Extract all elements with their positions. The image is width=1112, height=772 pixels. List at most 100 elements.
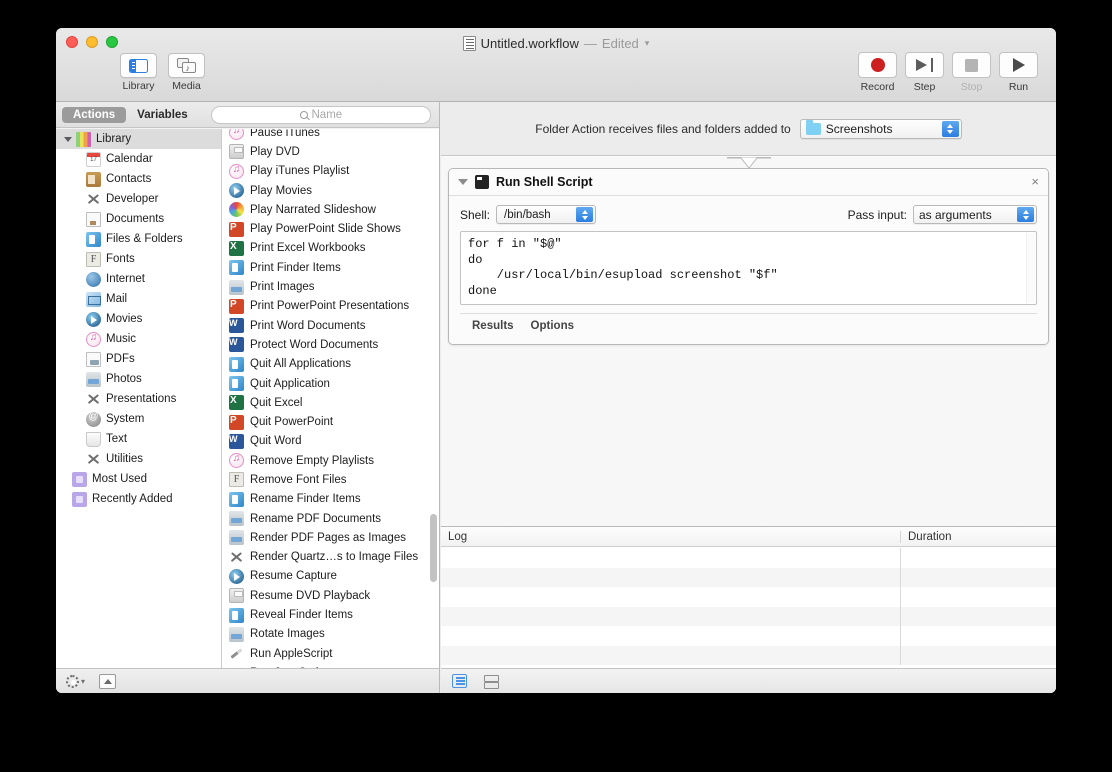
log-table-row[interactable] [441,606,1056,626]
tree-item-documents[interactable]: Documents [56,209,221,229]
action-list-item[interactable]: Print PowerPoint Presentations [222,297,439,316]
action-list-item[interactable]: Reveal Finder Items [222,605,439,624]
tab-actions[interactable]: Actions [62,106,127,123]
log-table-row[interactable] [441,587,1056,607]
shell-select[interactable]: /bin/bash [496,205,597,224]
action-card-header[interactable]: Run Shell Script × [449,169,1048,196]
shell-script-editor[interactable]: for f in "$@" do /usr/local/bin/esupload… [460,231,1037,305]
chevron-updown-icon [1017,207,1034,222]
log-cell-duration [900,587,1056,607]
workflow-canvas[interactable]: Run Shell Script × Shell: /bin/bash Pass… [441,157,1056,526]
action-list-item-label: Play DVD [250,145,300,158]
tab-variables[interactable]: Variables [126,107,199,123]
tree-item-internet[interactable]: Internet [56,269,221,289]
disclosure-triangle-icon[interactable] [458,179,468,185]
actions-list[interactable]: Pause iTunes Play DVD Play iTunes Playlist… [222,129,439,668]
action-list-item[interactable]: Resume DVD Playback [222,586,439,605]
tree-item-library[interactable]: Library [56,129,221,149]
chevron-down-icon[interactable]: ▾ [645,38,650,49]
action-list-item[interactable]: Render PDF Pages as Images [222,528,439,547]
tree-item-system[interactable]: System [56,409,221,429]
library-tabbar: Actions Variables Name [56,102,439,128]
tree-item-files-folders[interactable]: Files & Folders [56,229,221,249]
action-list-item[interactable]: Run AppleScript [222,644,439,663]
action-list-item-label: Render Quartz…s to Image Files [250,551,419,564]
pass-input-select-value: as arguments [919,207,992,222]
log-view-button[interactable] [452,674,467,688]
action-list-item[interactable]: Pause iTunes [222,129,439,142]
disclosure-triangle-icon[interactable] [64,136,72,142]
library-toolbar-button[interactable]: Library [120,53,157,92]
log-table-row[interactable] [441,645,1056,665]
media-frames-icon: ♪ [176,57,197,74]
split-view-button[interactable] [483,674,499,689]
log-column-header-log[interactable]: Log [441,531,900,543]
itunes-music-icon [229,453,244,469]
tree-item-mail[interactable]: Mail [56,289,221,309]
actions-scrollbar[interactable] [430,129,437,668]
excel-icon [229,395,244,411]
action-list-item[interactable]: Play Movies [222,181,439,200]
action-list-item[interactable]: Remove Font Files [222,470,439,489]
tree-item-music[interactable]: Music [56,329,221,349]
action-list-item[interactable]: Quit Excel [222,393,439,412]
tree-item-recently-added[interactable]: Recently Added [56,489,221,509]
pass-input-select[interactable]: as arguments [913,205,1037,224]
action-list-item[interactable]: Quit PowerPoint [222,412,439,431]
action-list-item[interactable]: Resume Capture [222,567,439,586]
action-list-item[interactable]: Print Excel Workbooks [222,239,439,258]
run-button[interactable]: Run [999,52,1038,93]
tab-results[interactable]: Results [472,320,514,332]
tree-item-developer[interactable]: Developer [56,189,221,209]
tree-item-label: Documents [106,213,165,225]
library-colors-icon [76,131,91,147]
action-list-item-label: Resume DVD Playback [250,589,371,602]
action-list-item[interactable]: Remove Empty Playlists [222,451,439,470]
action-list-item[interactable]: Quit Application [222,374,439,393]
action-list-item[interactable]: Quit Word [222,432,439,451]
close-icon[interactable]: × [1031,175,1039,189]
folder-select[interactable]: Screenshots [799,118,962,139]
action-list-item[interactable]: Render Quartz…s to Image Files [222,548,439,567]
action-gear-menu[interactable]: ▾ [66,674,85,688]
log-table-row[interactable] [441,626,1056,646]
shell-label: Shell: [460,207,491,222]
show-description-button[interactable] [99,673,117,689]
action-list-item[interactable]: Play iTunes Playlist [222,162,439,181]
log-table-row[interactable] [441,567,1056,587]
action-list-item[interactable]: Play DVD [222,142,439,161]
tree-item-text[interactable]: Text [56,429,221,449]
tree-item-movies[interactable]: Movies [56,309,221,329]
tree-item-label: Text [106,433,128,445]
action-list-item[interactable]: Rename Finder Items [222,490,439,509]
actions-scrollbar-thumb[interactable] [430,514,437,582]
tree-item-calendar[interactable]: Calendar [56,149,221,169]
action-list-item[interactable]: Print Finder Items [222,258,439,277]
action-list-item[interactable]: Protect Word Documents [222,335,439,354]
action-list-item[interactable]: Play PowerPoint Slide Shows [222,219,439,238]
powerpoint-icon [229,414,244,430]
tree-item-presentations[interactable]: Presentations [56,389,221,409]
log-table-row[interactable] [441,548,1056,568]
search-input[interactable]: Name [210,105,431,124]
action-list-item[interactable]: Rename PDF Documents [222,509,439,528]
step-button[interactable]: Step [905,52,944,93]
action-list-item[interactable]: Rotate Images [222,625,439,644]
action-card-run-shell-script[interactable]: Run Shell Script × Shell: /bin/bash Pass… [448,168,1049,345]
tree-item-fonts[interactable]: Fonts [56,249,221,269]
script-scrollbar[interactable] [1026,233,1035,303]
tree-item-most-used[interactable]: Most Used [56,469,221,489]
action-list-item[interactable]: Print Images [222,277,439,296]
media-toolbar-button[interactable]: ♪ Media [168,53,205,92]
tab-options[interactable]: Options [531,320,574,332]
action-list-item[interactable]: Play Narrated Slideshow [222,200,439,219]
tree-item-contacts[interactable]: Contacts [56,169,221,189]
tree-item-photos[interactable]: Photos [56,369,221,389]
action-list-item[interactable]: Quit All Applications [222,355,439,374]
record-button[interactable]: Record [858,52,897,93]
log-table-rows[interactable] [441,548,1056,668]
action-list-item[interactable]: Print Word Documents [222,316,439,335]
log-column-header-duration[interactable]: Duration [900,530,1056,543]
tree-item-pdfs[interactable]: PDFs [56,349,221,369]
tree-item-utilities[interactable]: Utilities [56,449,221,469]
